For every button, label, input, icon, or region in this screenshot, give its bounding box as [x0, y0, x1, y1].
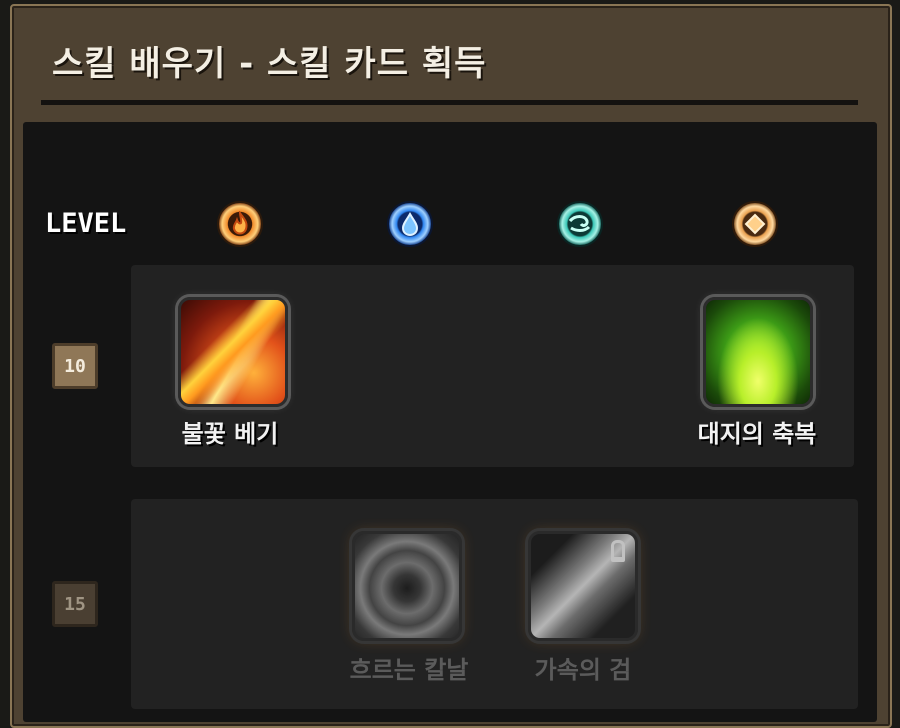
acceleration-sword-card[interactable] [528, 531, 638, 641]
earth-element-icon [732, 201, 778, 247]
window-title: 스킬 배우기 - 스킬 카드 획득 [52, 44, 487, 84]
fire-element-icon [217, 201, 263, 247]
level-badge: 10 [52, 343, 98, 389]
flowing-blade-icon [355, 534, 459, 638]
earth-blessing-icon [706, 300, 810, 404]
earth-blessing-card[interactable] [703, 297, 813, 407]
title-divider [41, 100, 858, 105]
acceleration-sword-icon [531, 534, 635, 638]
flowing-blade-card[interactable] [352, 531, 462, 641]
skill-name: 가속의 검 [534, 656, 632, 684]
water-element-icon [387, 201, 433, 247]
level-badge: 15 [52, 581, 98, 627]
skill-name: 대지의 축복 [697, 420, 817, 448]
bell-icon [611, 540, 625, 562]
skill-name: 흐르는 칼날 [349, 656, 469, 684]
skill-row-level-15 [131, 499, 858, 709]
level-column-header: LEVEL [45, 208, 127, 239]
wind-element-icon [557, 201, 603, 247]
fire-slash-icon [181, 300, 285, 404]
skill-name: 불꽃 베기 [181, 420, 279, 448]
fire-slash-card[interactable] [178, 297, 288, 407]
